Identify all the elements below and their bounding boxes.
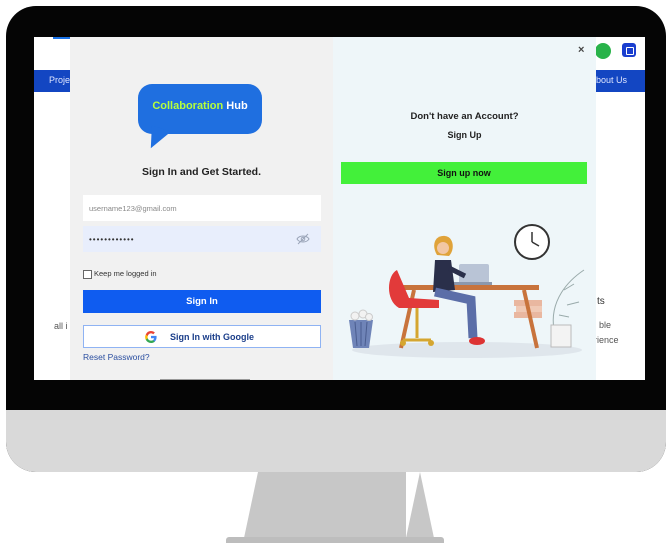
password-input[interactable] (83, 226, 293, 252)
monitor-stand-right (406, 472, 434, 538)
sign-up-now-button[interactable]: Sign up now (341, 162, 587, 184)
password-field (83, 226, 321, 252)
sign-up-link[interactable]: Sign Up (333, 130, 596, 140)
email-field[interactable] (83, 195, 321, 221)
google-icon (145, 330, 157, 343)
monitor-stand (258, 472, 406, 538)
background-text-right-2: ble (599, 320, 612, 330)
monitor-chin (6, 410, 666, 472)
no-account-prompt: Don't have an Account? (410, 111, 519, 122)
close-icon[interactable]: × (578, 44, 584, 56)
monitor-stand-base (226, 537, 444, 543)
auth-modal: Collaboration Hub Sign In and Get Starte… (70, 37, 596, 380)
eye-slash-icon[interactable] (296, 233, 310, 245)
collaboration-hub-logo: Collaboration Hub (138, 84, 262, 153)
google-sign-in-button[interactable]: Sign In with Google (83, 325, 321, 348)
background-text-right-1: ts (597, 296, 605, 307)
logo-text: Collaboration Hub (138, 100, 262, 112)
background-text-right-3: rience (594, 335, 619, 345)
logo-text-part1: Collaboration (152, 100, 224, 112)
keep-logged-in-label: Keep me logged in (94, 269, 157, 278)
divider (160, 379, 250, 380)
background-app-icon[interactable] (622, 43, 636, 57)
screen: Proje bout Us all i ts ble rience Collab… (34, 37, 645, 380)
background-status-dot (595, 43, 611, 59)
signup-pane: × Don't have an Account? Sign Up Sign up… (333, 37, 596, 380)
background-text-left: all i (54, 321, 68, 331)
monitor-stand-left (244, 472, 272, 538)
signin-pane: Collaboration Hub Sign In and Get Starte… (70, 37, 333, 380)
google-sign-in-label: Sign In with Google (170, 332, 254, 342)
background-nav-left: Proje (49, 75, 71, 85)
working-woman-illustration (349, 224, 585, 358)
signin-title: Sign In and Get Started. (141, 166, 261, 178)
background-nav-right: bout Us (596, 75, 628, 85)
background-accent-line (53, 37, 71, 39)
logo-text-part2: Hub (226, 100, 248, 112)
keep-logged-in-checkbox[interactable] (83, 270, 92, 279)
reset-password-link[interactable]: Reset Password? (83, 352, 150, 362)
sign-in-button[interactable]: Sign In (83, 290, 321, 313)
